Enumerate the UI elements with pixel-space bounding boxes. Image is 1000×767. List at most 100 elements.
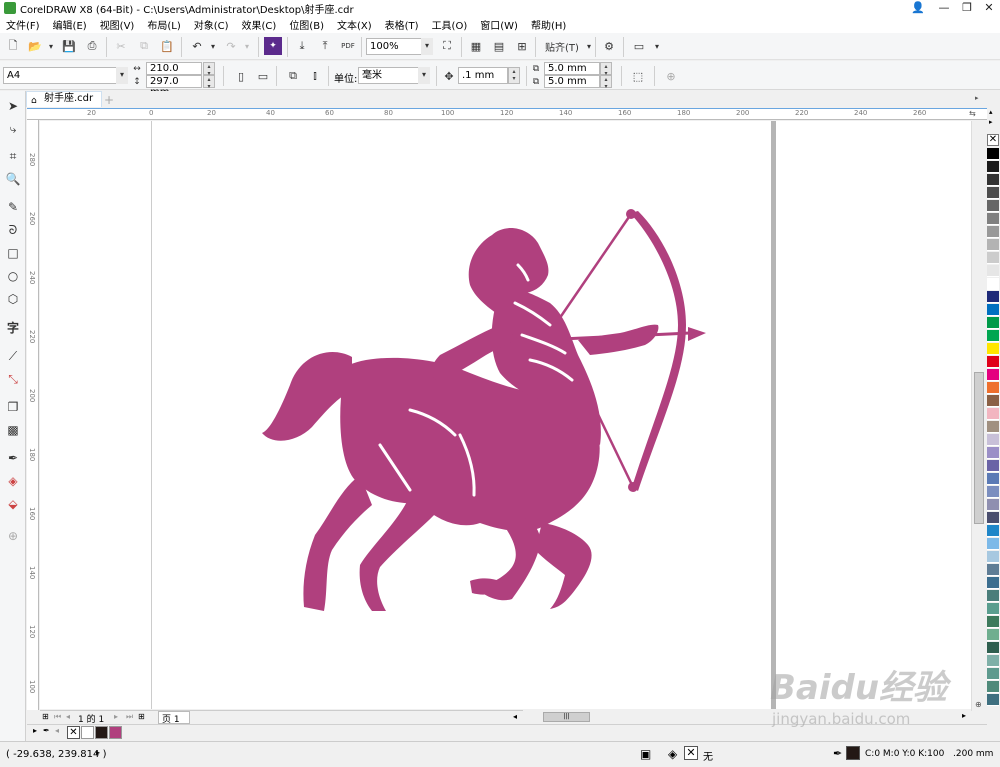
tab-scroll-icon[interactable]: ▸ [975, 94, 979, 102]
current-page-icon[interactable]: ⫾ [306, 67, 324, 85]
zoom-level-field[interactable]: 100% [366, 38, 424, 55]
pick-tool-icon[interactable]: ➤ [4, 97, 22, 115]
publish-pdf-icon[interactable]: PDF [339, 37, 357, 55]
add-tool-icon[interactable]: ⊕ [4, 527, 22, 545]
palette-swatch[interactable] [987, 330, 999, 342]
menu-edit[interactable]: 编辑(E) [53, 17, 87, 32]
palette-swatch[interactable] [987, 161, 999, 173]
zoom-dropdown-icon[interactable]: ▾ [421, 38, 433, 55]
duplicate-y-field[interactable]: 5.0 mm [544, 75, 600, 88]
page-tab[interactable]: 页 1 [158, 711, 190, 725]
palette-swatch[interactable] [987, 304, 999, 316]
restore-button[interactable]: ❐ [955, 0, 979, 16]
palette-swatch[interactable] [987, 603, 999, 615]
undo-dropdown-icon[interactable]: ▾ [204, 37, 222, 55]
add-page-before-icon[interactable]: ⊞ [42, 712, 49, 721]
rectangle-tool-icon[interactable]: □ [4, 244, 22, 262]
horizontal-ruler[interactable]: 20 0 20 40 60 80 100 120 140 160 180 200… [27, 108, 987, 120]
palette-swatch[interactable] [987, 525, 999, 537]
palette-swatch[interactable] [987, 187, 999, 199]
document-tab[interactable]: ⌂ 射手座.cdr [26, 91, 102, 107]
palette-swatch[interactable] [987, 252, 999, 264]
palette-swatch[interactable] [987, 538, 999, 550]
palette-scroll-up-icon[interactable]: ▴ [989, 108, 993, 116]
menu-view[interactable]: 视图(V) [100, 17, 135, 32]
page-width-field[interactable]: 210.0 mm [146, 62, 202, 85]
horizontal-scroll-thumb[interactable]: ||| [543, 712, 590, 722]
palette-swatch[interactable] [987, 278, 999, 290]
palette-swatch[interactable] [987, 551, 999, 563]
copy-icon[interactable]: ⧉ [135, 37, 153, 55]
last-page-icon[interactable]: ⏭ [126, 712, 133, 722]
menu-layout[interactable]: 布局(L) [147, 17, 180, 32]
menu-window[interactable]: 窗口(W) [480, 17, 518, 32]
snap-to-button[interactable]: 贴齐(T) [542, 37, 582, 55]
eyedropper-icon[interactable]: ✒ [4, 449, 22, 467]
palette-swatch[interactable] [987, 460, 999, 472]
menu-effects[interactable]: 效果(C) [242, 17, 277, 32]
options-gear-icon[interactable]: ⚙ [600, 37, 618, 55]
search-content-icon[interactable]: ✦ [264, 37, 282, 55]
portrait-icon[interactable]: ▯ [232, 67, 250, 85]
menu-tools[interactable]: 工具(O) [432, 17, 468, 32]
no-color-swatch[interactable]: ✕ [987, 134, 999, 146]
menu-file[interactable]: 文件(F) [6, 17, 40, 32]
nudge-spinner[interactable]: ▴ ▾ [508, 67, 520, 84]
fill-none-swatch[interactable]: ✕ [684, 746, 698, 760]
redo-dropdown-icon[interactable]: ▾ [238, 37, 256, 55]
palette-swatch[interactable] [987, 421, 999, 433]
new-tab-icon[interactable]: + [104, 93, 114, 107]
zoom-tool-icon[interactable]: 🔍 [4, 170, 22, 188]
print-icon[interactable]: ⎙ [83, 37, 101, 55]
menu-table[interactable]: 表格(T) [385, 17, 419, 32]
palette-swatch[interactable] [987, 226, 999, 238]
palette-swatch[interactable] [987, 473, 999, 485]
menu-help[interactable]: 帮助(H) [531, 17, 566, 32]
palette-swatch[interactable] [987, 239, 999, 251]
full-screen-icon[interactable]: ⛶ [438, 37, 456, 55]
freehand-tool-icon[interactable]: ✎ [4, 198, 22, 216]
prev-page-icon[interactable]: ◂ [66, 712, 70, 721]
units-dropdown-icon[interactable]: ▾ [418, 67, 430, 84]
duplicate-x-field[interactable]: 5.0 mm [544, 62, 600, 75]
connector-tool-icon[interactable]: ⤡ [4, 370, 22, 388]
status-arrow-icon[interactable]: ▸ [96, 748, 100, 757]
page-size-select[interactable]: A4 [3, 67, 127, 84]
nudge-distance-field[interactable]: .1 mm [458, 67, 508, 84]
doc-swatch-accent[interactable] [109, 726, 122, 739]
palette-swatch[interactable] [987, 499, 999, 511]
palette-swatch[interactable] [987, 369, 999, 381]
menu-text[interactable]: 文本(X) [337, 17, 372, 32]
palette-swatch[interactable] [987, 681, 999, 693]
zoom-fit-icon[interactable]: ⊕ [975, 700, 982, 709]
page-width-spinner[interactable]: ▴ ▾ [203, 62, 215, 77]
palette-swatch[interactable] [987, 265, 999, 277]
color-proof-icon[interactable]: ▣ [640, 747, 651, 761]
palette-swatch[interactable] [987, 213, 999, 225]
drop-shadow-icon[interactable]: ❐ [4, 398, 22, 416]
page-height-field[interactable]: 297.0 mm [146, 75, 202, 98]
document-palette-menu-icon[interactable]: ▸ [33, 726, 37, 735]
new-document-icon[interactable]: 🗋 [4, 37, 22, 55]
eyedropper-small-icon[interactable]: ✒ [43, 726, 50, 735]
palette-menu-icon[interactable]: ▸ [989, 118, 993, 126]
palette-swatch[interactable] [987, 174, 999, 186]
palette-swatch[interactable] [987, 382, 999, 394]
show-rulers-icon[interactable]: ▦ [467, 37, 485, 55]
polygon-tool-icon[interactable]: ⬡ [4, 290, 22, 308]
doc-palette-scroll-icon[interactable]: ◂ [55, 726, 59, 735]
palette-swatch[interactable] [987, 512, 999, 524]
artistic-media-icon[interactable]: ᘐ [4, 221, 22, 239]
palette-swatch[interactable] [987, 356, 999, 368]
palette-swatch[interactable] [987, 668, 999, 680]
ellipse-tool-icon[interactable]: ○ [4, 267, 22, 285]
transparency-icon[interactable]: ▩ [4, 421, 22, 439]
show-guidelines-icon[interactable]: ⊞ [513, 37, 531, 55]
add-page-after-icon[interactable]: ⊞ [138, 712, 145, 721]
palette-swatch[interactable] [987, 642, 999, 654]
crop-tool-icon[interactable]: ⌗ [4, 147, 22, 165]
palette-swatch[interactable] [987, 447, 999, 459]
user-icon[interactable]: 👤 [906, 0, 930, 16]
close-button[interactable]: ✕ [977, 0, 1000, 16]
launcher-dropdown-icon[interactable]: ▾ [648, 37, 666, 55]
